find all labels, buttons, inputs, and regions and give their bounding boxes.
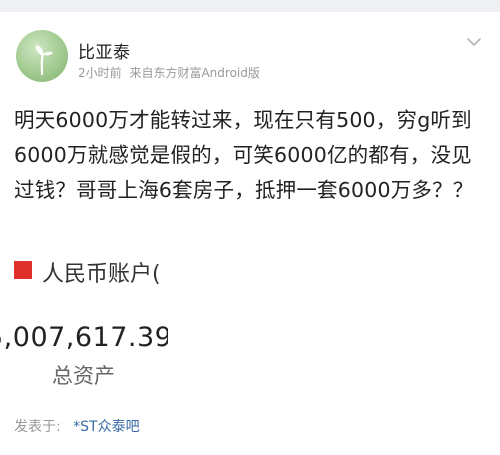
sprout-icon [35,45,53,76]
account-label: 人民币账户( [42,262,161,287]
post-body-text: 明天6000万才能转过来，现在只有500，穷g听到6000万就感觉是假的，可笑6… [14,108,474,202]
total-assets-label: 总资产 [52,364,115,388]
post-source: 来自东方财富Android版 [129,66,260,80]
post-meta: 2小时前 来自东方财富Android版 [78,64,264,81]
forum-link[interactable]: *ST众泰吧 [73,419,139,435]
posted-to: 发表于: *ST众泰吧 [14,416,140,436]
post-time: 2小时前 [78,66,122,80]
red-square-icon [14,261,32,279]
username[interactable]: 比亚泰 [78,38,131,63]
account-balance: 5,007,617.39 [0,322,168,353]
top-divider-strip [0,0,500,12]
chevron-down-icon[interactable] [466,34,482,50]
posted-to-label: 发表于: [14,419,61,435]
user-avatar[interactable] [16,30,68,82]
attached-screenshot[interactable]: 人民币账户( 5,007,617.39 总资产 [0,252,168,392]
